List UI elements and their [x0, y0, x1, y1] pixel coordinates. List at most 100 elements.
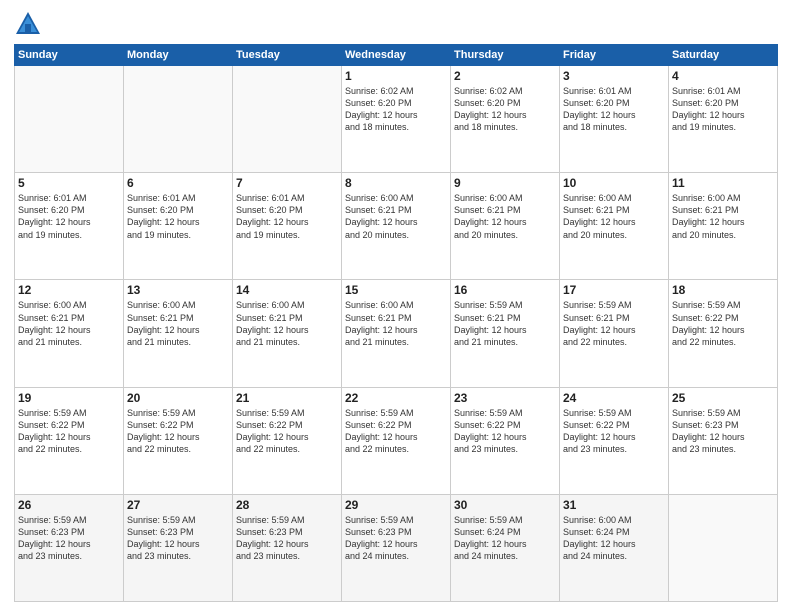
day-info: Sunrise: 5:59 AM Sunset: 6:24 PM Dayligh… — [454, 514, 556, 563]
day-number: 10 — [563, 176, 665, 190]
day-info: Sunrise: 5:59 AM Sunset: 6:22 PM Dayligh… — [672, 299, 774, 348]
day-info: Sunrise: 5:59 AM Sunset: 6:22 PM Dayligh… — [563, 407, 665, 456]
calendar-cell: 8 Sunrise: 6:00 AM Sunset: 6:21 PM Daylig… — [342, 173, 451, 280]
day-number: 30 — [454, 498, 556, 512]
calendar-cell: 2 Sunrise: 6:02 AM Sunset: 6:20 PM Daylig… — [451, 66, 560, 173]
day-number: 11 — [672, 176, 774, 190]
day-number: 8 — [345, 176, 447, 190]
calendar-week-row: 1 Sunrise: 6:02 AM Sunset: 6:20 PM Daylig… — [15, 66, 778, 173]
calendar-cell: 25Sunrise: 5:59 AM Sunset: 6:23 PM Dayli… — [669, 387, 778, 494]
day-number: 24 — [563, 391, 665, 405]
day-info: Sunrise: 6:01 AM Sunset: 6:20 PM Dayligh… — [236, 192, 338, 241]
weekday-header: Thursday — [451, 45, 560, 66]
calendar-cell: 12 Sunrise: 6:00 AM Sunset: 6:21 PM Dayli… — [15, 280, 124, 387]
calendar-cell — [124, 66, 233, 173]
day-number: 15 — [345, 283, 447, 297]
weekday-header: Friday — [560, 45, 669, 66]
calendar-cell: 18 Sunrise: 5:59 AM Sunset: 6:22 PM Dayli… — [669, 280, 778, 387]
calendar-cell — [15, 66, 124, 173]
logo-icon — [14, 10, 42, 38]
day-number: 17 — [563, 283, 665, 297]
calendar-cell: 14 Sunrise: 6:00 AM Sunset: 6:21 PM Dayli… — [233, 280, 342, 387]
day-info: Sunrise: 5:59 AM Sunset: 6:22 PM Dayligh… — [127, 407, 229, 456]
page: SundayMondayTuesdayWednesdayThursdayFrid… — [0, 0, 792, 612]
day-number: 3 — [563, 69, 665, 83]
calendar-cell: 21Sunrise: 5:59 AM Sunset: 6:22 PM Dayli… — [233, 387, 342, 494]
day-info: Sunrise: 6:01 AM Sunset: 6:20 PM Dayligh… — [563, 85, 665, 134]
weekday-header: Saturday — [669, 45, 778, 66]
day-number: 18 — [672, 283, 774, 297]
calendar-cell: 17Sunrise: 5:59 AM Sunset: 6:21 PM Dayli… — [560, 280, 669, 387]
day-info: Sunrise: 6:00 AM Sunset: 6:21 PM Dayligh… — [345, 192, 447, 241]
day-info: Sunrise: 6:01 AM Sunset: 6:20 PM Dayligh… — [127, 192, 229, 241]
day-number: 23 — [454, 391, 556, 405]
day-info: Sunrise: 6:00 AM Sunset: 6:21 PM Dayligh… — [236, 299, 338, 348]
day-info: Sunrise: 6:00 AM Sunset: 6:21 PM Dayligh… — [18, 299, 120, 348]
calendar-cell: 20 Sunrise: 5:59 AM Sunset: 6:22 PM Dayli… — [124, 387, 233, 494]
day-info: Sunrise: 6:00 AM Sunset: 6:24 PM Dayligh… — [563, 514, 665, 563]
logo — [14, 10, 46, 38]
day-number: 5 — [18, 176, 120, 190]
day-info: Sunrise: 5:59 AM Sunset: 6:22 PM Dayligh… — [454, 407, 556, 456]
day-number: 20 — [127, 391, 229, 405]
day-number: 27 — [127, 498, 229, 512]
day-number: 9 — [454, 176, 556, 190]
day-number: 1 — [345, 69, 447, 83]
day-info: Sunrise: 5:59 AM Sunset: 6:22 PM Dayligh… — [345, 407, 447, 456]
weekday-header: Tuesday — [233, 45, 342, 66]
day-number: 7 — [236, 176, 338, 190]
calendar-week-row: 5 Sunrise: 6:01 AM Sunset: 6:20 PM Daylig… — [15, 173, 778, 280]
calendar-cell — [669, 494, 778, 601]
day-info: Sunrise: 5:59 AM Sunset: 6:23 PM Dayligh… — [236, 514, 338, 563]
calendar-cell: 19 Sunrise: 5:59 AM Sunset: 6:22 PM Dayli… — [15, 387, 124, 494]
calendar-cell: 26 Sunrise: 5:59 AM Sunset: 6:23 PM Dayli… — [15, 494, 124, 601]
day-info: Sunrise: 6:00 AM Sunset: 6:21 PM Dayligh… — [563, 192, 665, 241]
calendar-cell: 28 Sunrise: 5:59 AM Sunset: 6:23 PM Dayli… — [233, 494, 342, 601]
day-info: Sunrise: 5:59 AM Sunset: 6:21 PM Dayligh… — [454, 299, 556, 348]
calendar-cell: 11 Sunrise: 6:00 AM Sunset: 6:21 PM Dayli… — [669, 173, 778, 280]
day-info: Sunrise: 5:59 AM Sunset: 6:22 PM Dayligh… — [18, 407, 120, 456]
day-number: 31 — [563, 498, 665, 512]
day-number: 14 — [236, 283, 338, 297]
day-number: 28 — [236, 498, 338, 512]
day-info: Sunrise: 5:59 AM Sunset: 6:23 PM Dayligh… — [127, 514, 229, 563]
calendar-week-row: 12 Sunrise: 6:00 AM Sunset: 6:21 PM Dayli… — [15, 280, 778, 387]
day-number: 13 — [127, 283, 229, 297]
day-info: Sunrise: 6:00 AM Sunset: 6:21 PM Dayligh… — [127, 299, 229, 348]
day-info: Sunrise: 6:01 AM Sunset: 6:20 PM Dayligh… — [18, 192, 120, 241]
calendar-cell: 15 Sunrise: 6:00 AM Sunset: 6:21 PM Dayli… — [342, 280, 451, 387]
day-number: 16 — [454, 283, 556, 297]
day-info: Sunrise: 5:59 AM Sunset: 6:23 PM Dayligh… — [18, 514, 120, 563]
calendar-cell: 24 Sunrise: 5:59 AM Sunset: 6:22 PM Dayli… — [560, 387, 669, 494]
calendar-cell: 16 Sunrise: 5:59 AM Sunset: 6:21 PM Dayli… — [451, 280, 560, 387]
day-number: 4 — [672, 69, 774, 83]
calendar-table: SundayMondayTuesdayWednesdayThursdayFrid… — [14, 44, 778, 602]
day-number: 2 — [454, 69, 556, 83]
calendar-cell: 31 Sunrise: 6:00 AM Sunset: 6:24 PM Dayli… — [560, 494, 669, 601]
day-number: 26 — [18, 498, 120, 512]
day-number: 29 — [345, 498, 447, 512]
day-info: Sunrise: 6:00 AM Sunset: 6:21 PM Dayligh… — [345, 299, 447, 348]
day-number: 12 — [18, 283, 120, 297]
calendar-week-row: 19 Sunrise: 5:59 AM Sunset: 6:22 PM Dayli… — [15, 387, 778, 494]
calendar-cell: 6 Sunrise: 6:01 AM Sunset: 6:20 PM Daylig… — [124, 173, 233, 280]
calendar-cell: 22 Sunrise: 5:59 AM Sunset: 6:22 PM Dayli… — [342, 387, 451, 494]
weekday-header: Wednesday — [342, 45, 451, 66]
calendar-cell: 7 Sunrise: 6:01 AM Sunset: 6:20 PM Daylig… — [233, 173, 342, 280]
calendar-week-row: 26 Sunrise: 5:59 AM Sunset: 6:23 PM Dayli… — [15, 494, 778, 601]
day-info: Sunrise: 6:00 AM Sunset: 6:21 PM Dayligh… — [672, 192, 774, 241]
day-info: Sunrise: 5:59 AM Sunset: 6:23 PM Dayligh… — [672, 407, 774, 456]
calendar-cell: 5 Sunrise: 6:01 AM Sunset: 6:20 PM Daylig… — [15, 173, 124, 280]
weekday-header: Sunday — [15, 45, 124, 66]
calendar-cell: 9Sunrise: 6:00 AM Sunset: 6:21 PM Daylig… — [451, 173, 560, 280]
calendar-cell: 1Sunrise: 6:02 AM Sunset: 6:20 PM Daylig… — [342, 66, 451, 173]
weekday-header: Monday — [124, 45, 233, 66]
calendar-cell: 3 Sunrise: 6:01 AM Sunset: 6:20 PM Daylig… — [560, 66, 669, 173]
day-number: 6 — [127, 176, 229, 190]
day-number: 19 — [18, 391, 120, 405]
day-info: Sunrise: 6:02 AM Sunset: 6:20 PM Dayligh… — [454, 85, 556, 134]
day-number: 22 — [345, 391, 447, 405]
calendar-cell: 4Sunrise: 6:01 AM Sunset: 6:20 PM Daylig… — [669, 66, 778, 173]
header — [14, 10, 778, 38]
weekday-header-row: SundayMondayTuesdayWednesdayThursdayFrid… — [15, 45, 778, 66]
